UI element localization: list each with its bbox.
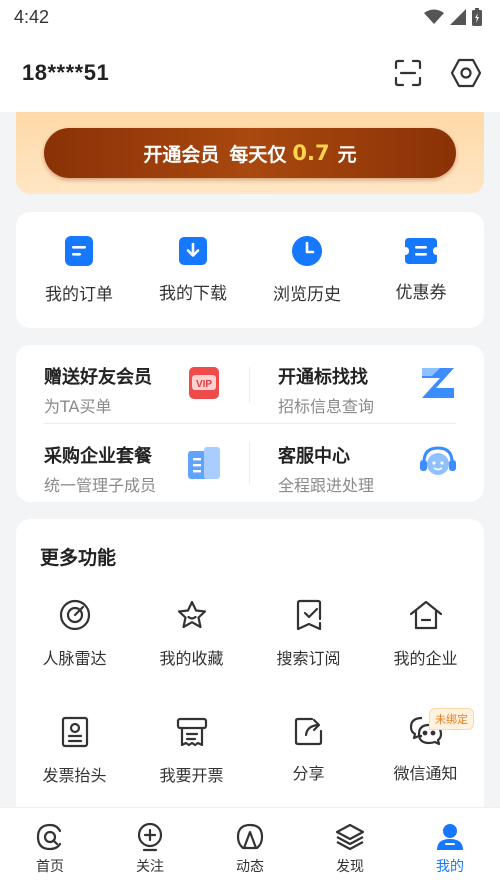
tab-follow[interactable]: 关注: [105, 822, 195, 876]
search-subscribe-button[interactable]: 搜索订阅: [250, 591, 367, 708]
settings-button[interactable]: [448, 55, 484, 91]
bottom-tab-bar: 首页 关注 动态 发现 我的: [0, 807, 500, 889]
divider: [44, 423, 456, 424]
customer-service-icon: [418, 442, 458, 482]
tab-profile-label: 我的: [436, 858, 464, 875]
customer-service-sub: 全程跟进处理: [278, 476, 375, 495]
my-favorites-button[interactable]: 我的收藏: [133, 591, 250, 708]
coupon-icon: [405, 237, 437, 264]
gift-vip-item[interactable]: 赠送好友会员 为TA买单 VIP: [16, 345, 250, 423]
vip-gift-icon: VIP: [184, 363, 224, 403]
vip-label: 开通会员: [143, 143, 220, 166]
divider: [249, 442, 250, 484]
wechat-notify-label: 微信通知: [393, 764, 458, 783]
profile-icon: [437, 823, 463, 850]
vip-price-unit: 元: [337, 143, 357, 166]
coupons-button[interactable]: 优惠券: [366, 237, 476, 303]
share-icon: [294, 717, 322, 746]
discover-icon: [335, 823, 365, 850]
tab-home[interactable]: 首页: [5, 822, 95, 876]
more-functions-title: 更多功能: [40, 547, 117, 569]
z-logo-icon: [418, 363, 458, 403]
svg-text:VIP: VIP: [196, 379, 212, 390]
share-label: 分享: [292, 764, 325, 783]
coupons-label: 优惠券: [395, 282, 447, 303]
issue-invoice-label: 我要开票: [159, 766, 224, 785]
vip-banner: 开通会员 每天仅 0.7 元: [16, 112, 484, 194]
history-label: 浏览历史: [273, 284, 341, 305]
tab-activity[interactable]: 动态: [205, 822, 295, 876]
tab-activity-label: 动态: [236, 858, 264, 875]
history-button[interactable]: 浏览历史: [252, 235, 362, 305]
promo-card: 赠送好友会员 为TA买单 VIP 开通标找找 招标信息查询 采购企业套餐 统一管…: [16, 345, 484, 502]
tab-profile[interactable]: 我的: [405, 822, 495, 876]
order-icon: [65, 235, 93, 266]
vip-price-prefix: 每天仅: [229, 143, 287, 166]
gift-vip-sub: 为TA买单: [44, 397, 112, 416]
biaozhaozhao-sub: 招标信息查询: [278, 397, 375, 416]
open-biaozhaozhao-item[interactable]: 开通标找找 招标信息查询: [250, 345, 484, 423]
status-time: 4:42: [14, 6, 50, 27]
divider: [249, 367, 250, 403]
follow-icon: [137, 822, 163, 851]
company-icon: [409, 600, 442, 630]
subscribe-icon: [296, 599, 321, 631]
scan-icon: [394, 59, 422, 87]
unbound-badge: 未绑定: [429, 708, 474, 730]
quick-actions-card: 我的订单 我的下载 浏览历史 优惠券: [16, 212, 484, 328]
my-orders-label: 我的订单: [45, 284, 113, 305]
my-downloads-button[interactable]: 我的下载: [138, 236, 248, 304]
my-downloads-label: 我的下载: [159, 283, 227, 304]
tab-discover[interactable]: 发现: [305, 822, 395, 876]
wifi-icon: [424, 9, 444, 24]
tab-home-label: 首页: [36, 858, 64, 875]
clock-icon: [292, 235, 322, 266]
scan-button[interactable]: [390, 55, 426, 91]
more-functions-card: 更多功能 人脉雷达 我的收藏 搜索订阅 我的企业 发票抬头 我要开票 分享 未绑…: [16, 519, 484, 819]
status-bar: 4:42: [0, 0, 500, 34]
signal-icon: [450, 9, 466, 25]
building-icon: [184, 442, 224, 482]
gear-icon: [450, 58, 482, 88]
enterprise-package-title: 采购企业套餐: [44, 446, 152, 467]
radar-icon: [59, 599, 90, 631]
home-icon: [36, 823, 62, 850]
open-vip-button[interactable]: 开通会员 每天仅 0.7 元: [44, 128, 456, 178]
search-subscribe-label: 搜索订阅: [276, 649, 341, 668]
customer-service-item[interactable]: 客服中心 全程跟进处理: [250, 424, 484, 502]
invoice-title-icon: [61, 716, 88, 748]
gift-vip-title: 赠送好友会员: [44, 367, 152, 388]
tab-follow-label: 关注: [136, 858, 164, 875]
tab-discover-label: 发现: [336, 858, 364, 875]
contact-radar-label: 人脉雷达: [42, 649, 107, 668]
enterprise-package-sub: 统一管理子成员: [44, 476, 157, 495]
star-icon: [177, 600, 206, 629]
user-phone: 18****51: [22, 60, 110, 85]
invoice-title-label: 发票抬头: [42, 766, 107, 785]
system-icons: [424, 8, 482, 26]
my-company-button[interactable]: 我的企业: [367, 591, 484, 708]
download-icon: [179, 236, 207, 265]
vip-price: 0.7: [292, 141, 330, 165]
customer-service-title: 客服中心: [278, 446, 350, 467]
my-orders-button[interactable]: 我的订单: [24, 235, 134, 305]
battery-icon: [472, 8, 482, 26]
enterprise-package-item[interactable]: 采购企业套餐 统一管理子成员: [16, 424, 250, 502]
my-company-label: 我的企业: [393, 649, 458, 668]
contact-radar-button[interactable]: 人脉雷达: [16, 591, 133, 708]
my-favorites-label: 我的收藏: [159, 649, 224, 668]
biaozhaozhao-title: 开通标找找: [278, 367, 368, 388]
profile-header: 18****51: [0, 34, 500, 112]
activity-icon: [236, 823, 264, 849]
invoice-icon: [176, 717, 207, 747]
